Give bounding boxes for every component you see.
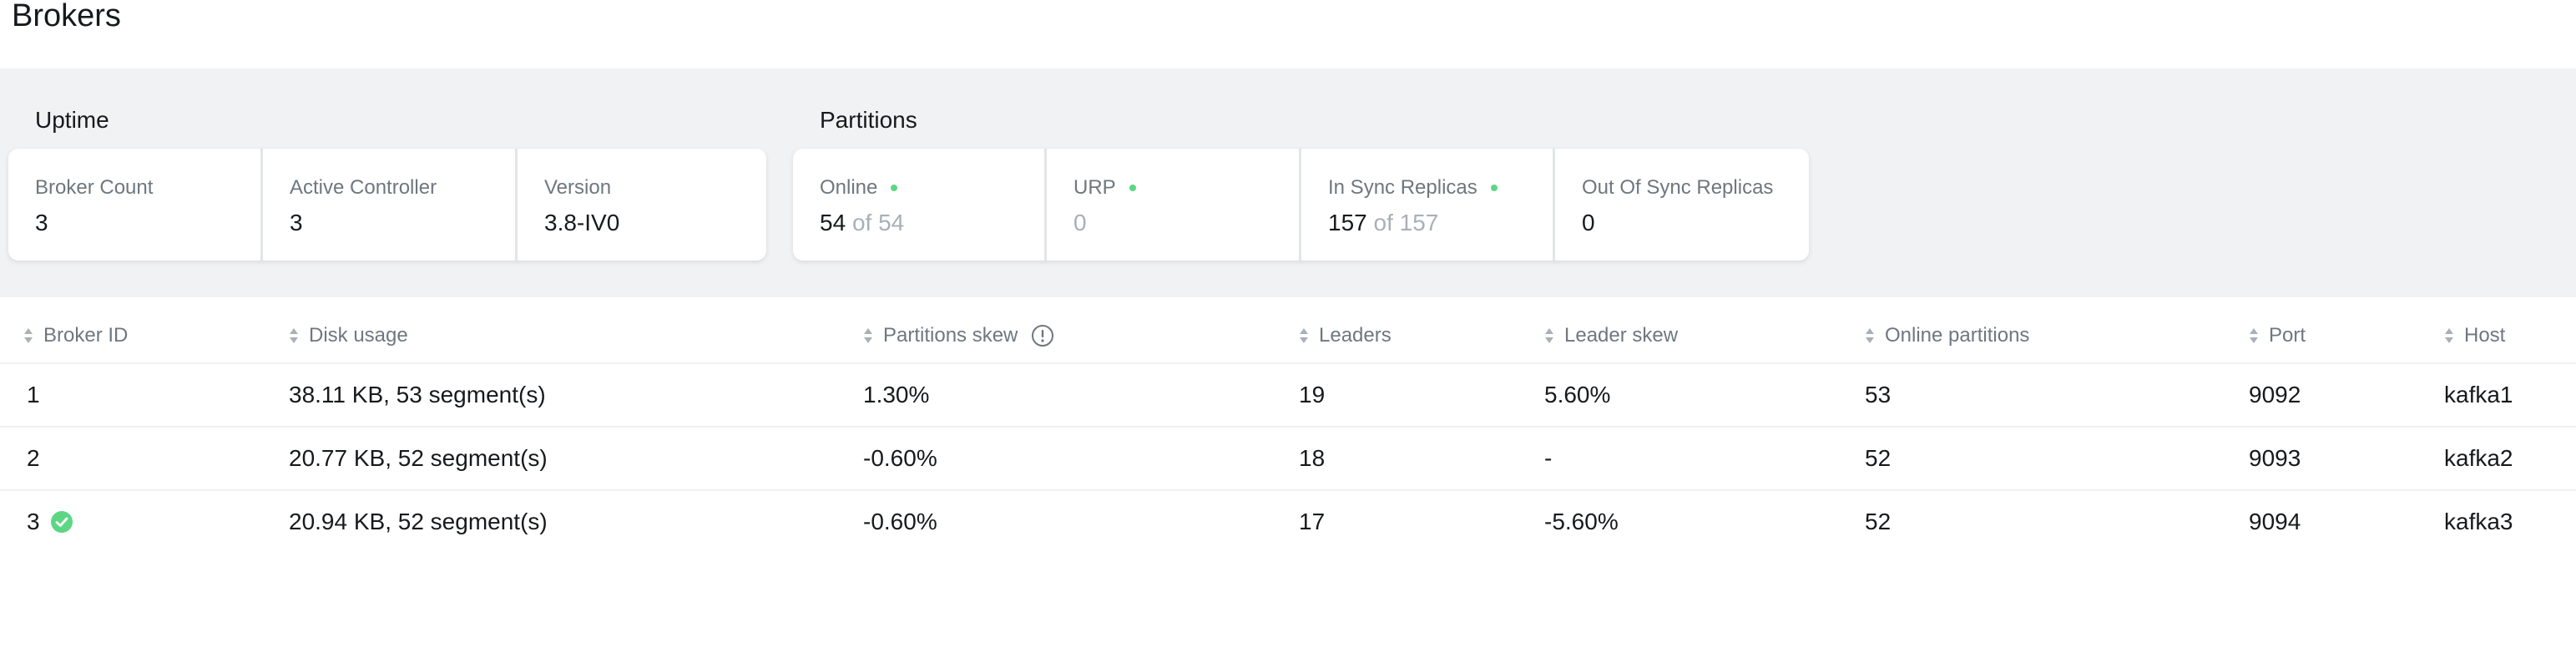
host-cell: kafka1 bbox=[2444, 382, 2513, 408]
column-header-leader-skew[interactable]: Leader skew bbox=[1544, 309, 1678, 362]
check-circle-icon bbox=[50, 511, 73, 533]
partitions-skew-cell: -0.60% bbox=[863, 445, 937, 471]
sort-icon bbox=[1545, 328, 1553, 343]
column-header-broker-id[interactable]: Broker ID bbox=[23, 309, 128, 362]
metric-label: Version bbox=[544, 176, 612, 199]
urp-metric: URP 0 bbox=[1044, 149, 1299, 261]
column-header-partitions-skew[interactable]: Partitions skew bbox=[863, 309, 1054, 362]
metric-value: 0 bbox=[1073, 210, 1087, 235]
in-sync-value: 157 bbox=[1328, 210, 1367, 235]
partitions-card: Online 54 of 54 URP 0 In Sync Replicas 1… bbox=[793, 149, 1809, 261]
leaders-cell: 17 bbox=[1299, 509, 1326, 534]
sort-icon bbox=[1866, 328, 1874, 343]
host-cell: kafka3 bbox=[2444, 509, 2513, 534]
metric-label: Broker Count bbox=[35, 176, 154, 199]
table-row[interactable]: 1 38.11 KB, 53 segment(s) 1.30% 19 5.60%… bbox=[0, 364, 2576, 428]
metric-value: 3 bbox=[35, 210, 48, 235]
online-partitions-cell: 53 bbox=[1865, 382, 1892, 408]
sort-icon bbox=[2250, 328, 2258, 343]
port-cell: 9094 bbox=[2249, 509, 2301, 534]
uptime-title: Uptime bbox=[35, 107, 109, 133]
metric-label: Active Controller bbox=[290, 176, 437, 199]
leaders-cell: 18 bbox=[1299, 445, 1326, 471]
column-header-label: Partitions skew bbox=[883, 324, 1018, 347]
column-header-label: Online partitions bbox=[1885, 324, 2030, 347]
metric-label: Online bbox=[820, 175, 1044, 200]
metric-value: 0 bbox=[1582, 210, 1595, 235]
uptime-card: Broker Count 3 Active Controller 3 Versi… bbox=[8, 149, 766, 261]
leader-skew-cell: - bbox=[1544, 445, 1553, 471]
metric-label-text: URP bbox=[1073, 176, 1116, 199]
column-header-leaders[interactable]: Leaders bbox=[1299, 309, 1392, 362]
broker-id-text: 3 bbox=[27, 509, 40, 534]
sort-icon bbox=[1300, 328, 1308, 343]
metric-value: 54 of 54 bbox=[820, 209, 1044, 237]
column-header-disk-usage[interactable]: Disk usage bbox=[289, 309, 408, 362]
online-partitions-cell: 52 bbox=[1865, 509, 1892, 534]
leader-skew-cell: -5.60% bbox=[1544, 509, 1619, 534]
leader-skew-cell: 5.60% bbox=[1544, 382, 1611, 408]
column-header-label: Broker ID bbox=[43, 324, 129, 347]
info-icon[interactable] bbox=[1031, 324, 1054, 347]
status-dot-icon bbox=[1490, 185, 1498, 191]
sort-icon bbox=[2445, 328, 2453, 343]
disk-usage-cell: 20.94 KB, 52 segment(s) bbox=[289, 509, 548, 534]
column-header-host[interactable]: Host bbox=[2444, 309, 2505, 362]
status-dot-icon bbox=[891, 185, 898, 191]
online-partitions-cell: 52 bbox=[1865, 445, 1892, 471]
partitions-skew-cell: -0.60% bbox=[863, 509, 937, 534]
broker-count-metric: Broker Count 3 bbox=[8, 149, 260, 261]
leaders-cell: 19 bbox=[1299, 382, 1326, 408]
metric-value: 157 of 157 bbox=[1328, 209, 1553, 237]
page-title: Brokers bbox=[12, 0, 121, 33]
broker-id-cell: 2 bbox=[27, 445, 40, 471]
table-header: Broker ID Disk usage Partitions skew Lea… bbox=[0, 309, 2576, 364]
sort-icon bbox=[864, 328, 872, 343]
version-metric: Version 3.8-IV0 bbox=[515, 149, 766, 261]
column-header-port[interactable]: Port bbox=[2249, 309, 2306, 362]
metric-label-text: In Sync Replicas bbox=[1328, 176, 1477, 199]
port-cell: 9093 bbox=[2249, 445, 2301, 471]
metric-label-text: Online bbox=[820, 176, 878, 199]
column-header-label: Leader skew bbox=[1564, 324, 1679, 347]
column-header-label: Host bbox=[2464, 324, 2506, 347]
online-metric: Online 54 of 54 bbox=[793, 149, 1044, 261]
partitions-title: Partitions bbox=[820, 107, 917, 133]
in-sync-replicas-metric: In Sync Replicas 157 of 157 bbox=[1299, 149, 1553, 261]
table-row[interactable]: 3 20.94 KB, 52 segment(s) -0.60% 17 -5.6… bbox=[0, 491, 2576, 553]
column-header-label: Leaders bbox=[1319, 324, 1392, 347]
online-value: 54 bbox=[820, 210, 846, 235]
metric-label: URP bbox=[1073, 175, 1299, 200]
disk-usage-cell: 38.11 KB, 53 segment(s) bbox=[289, 382, 546, 408]
sort-icon bbox=[290, 328, 298, 343]
sort-icon bbox=[24, 328, 33, 343]
port-cell: 9092 bbox=[2249, 382, 2301, 408]
broker-id-cell: 1 bbox=[27, 382, 40, 408]
partitions-skew-cell: 1.30% bbox=[863, 382, 930, 408]
out-of-sync-replicas-metric: Out Of Sync Replicas 0 bbox=[1553, 149, 1809, 261]
metric-value: 3 bbox=[290, 210, 303, 235]
metric-label: In Sync Replicas bbox=[1328, 175, 1553, 200]
column-header-label: Port bbox=[2269, 324, 2306, 347]
metric-label: Out Of Sync Replicas bbox=[1582, 176, 1774, 199]
status-dot-icon bbox=[1129, 185, 1136, 191]
table-row[interactable]: 2 20.77 KB, 52 segment(s) -0.60% 18 - 52… bbox=[0, 428, 2576, 491]
in-sync-total: of 157 bbox=[1373, 210, 1439, 235]
online-total: of 54 bbox=[851, 210, 905, 235]
column-header-online-partitions[interactable]: Online partitions bbox=[1865, 309, 2029, 362]
active-controller-metric: Active Controller 3 bbox=[260, 149, 515, 261]
disk-usage-cell: 20.77 KB, 52 segment(s) bbox=[289, 445, 548, 471]
metric-value: 3.8-IV0 bbox=[544, 210, 620, 235]
broker-id-cell: 3 bbox=[27, 491, 73, 553]
host-cell: kafka2 bbox=[2444, 445, 2513, 471]
brokers-table: Broker ID Disk usage Partitions skew Lea… bbox=[0, 309, 2576, 553]
column-header-label: Disk usage bbox=[309, 324, 408, 347]
